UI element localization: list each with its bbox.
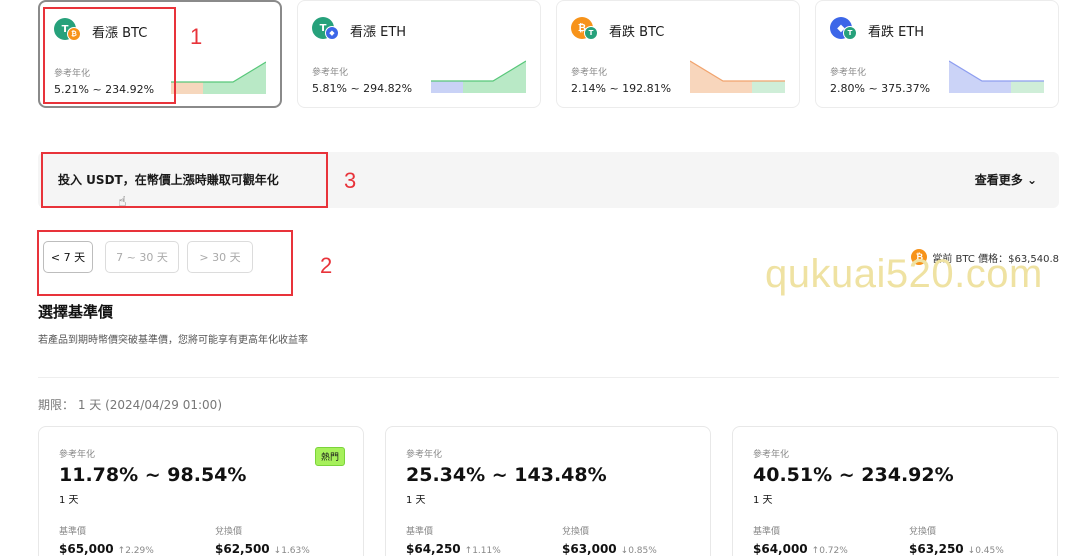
annotation-number-1: 1 [190, 24, 203, 49]
strike-option-card[interactable]: 參考年化 熱門 11.78% ~ 98.54% 1 天 基準價 兌換價 $65,… [38, 426, 364, 556]
apr-range: 25.34% ~ 143.48% [406, 464, 607, 486]
hot-badge: 熱門 [314, 447, 345, 466]
btc-usdt-icon: ₿ T [571, 15, 605, 41]
payoff-chart-up [431, 60, 526, 93]
term-days: 1 天 [406, 495, 426, 506]
strike-option-card[interactable]: 參考年化 25.34% ~ 143.48% 1 天 基準價 兌換價 $64,25… [385, 426, 711, 556]
product-card-bear-eth[interactable]: ◆ T 看跌 ETH 參考年化 2.80% ~ 375.37% [815, 0, 1059, 108]
annotation-number-3: 3 [344, 168, 357, 193]
base-price: $64,000 ↑0.72% [753, 542, 848, 556]
chevron-down-icon: ⌄ [1026, 173, 1037, 187]
section-subtitle: 若產品到期時幣價突破基準價，您將可能享有更高年化收益率 [38, 335, 308, 346]
product-title: 看跌 ETH [868, 25, 925, 40]
term-days: 1 天 [753, 495, 773, 506]
payoff-chart-down [949, 60, 1044, 93]
conversion-price-label: 兌換價 [562, 527, 590, 537]
base-price-label: 基準價 [406, 527, 434, 537]
view-more-link[interactable]: 查看更多 ⌄ [975, 171, 1037, 188]
annotation-box-3 [41, 152, 328, 208]
conversion-price: $62,500 ↓1.63% [215, 542, 310, 556]
product-title: 看漲 ETH [350, 25, 407, 40]
period-text: 期限： 1 天 (2024/04/29 01:00) [38, 398, 223, 412]
usdt-eth-icon: T ◆ [312, 15, 346, 41]
base-price: $65,000 ↑2.29% [59, 542, 154, 556]
apr-range: 40.51% ~ 234.92% [753, 464, 954, 486]
conversion-price: $63,250 ↓0.45% [909, 542, 1004, 556]
base-price-label: 基準價 [753, 527, 781, 537]
apr-range: 5.81% ~ 294.82% [312, 82, 413, 95]
conversion-price-label: 兌換價 [909, 527, 937, 537]
payoff-chart-down [690, 60, 785, 93]
conversion-price-label: 兌換價 [215, 527, 243, 537]
annotation-box-2 [37, 230, 293, 296]
product-title: 看跌 BTC [609, 25, 665, 40]
base-price-label: 基準價 [59, 527, 87, 537]
eth-usdt-icon: ◆ T [830, 15, 864, 41]
ref-apr-label: 參考年化 [59, 450, 96, 460]
annotation-box-1 [43, 7, 176, 104]
ref-apr-label: 參考年化 [312, 68, 349, 78]
ref-apr-label: 參考年化 [571, 68, 608, 78]
payoff-chart-up [171, 61, 266, 94]
ref-apr-label: 參考年化 [830, 68, 867, 78]
base-price: $64,250 ↑1.11% [406, 542, 501, 556]
watermark: qukuai520.com [765, 252, 1043, 296]
ref-apr-label: 參考年化 [406, 450, 443, 460]
product-card-bull-eth[interactable]: T ◆ 看漲 ETH 參考年化 5.81% ~ 294.82% [297, 0, 541, 108]
view-more-label: 查看更多 [974, 173, 1023, 187]
apr-range: 11.78% ~ 98.54% [59, 464, 247, 486]
section-title: 選擇基準價 [38, 303, 114, 321]
conversion-price: $63,000 ↓0.85% [562, 542, 657, 556]
divider [38, 377, 1059, 378]
apr-range: 2.14% ~ 192.81% [571, 82, 672, 95]
annotation-number-2: 2 [320, 253, 333, 278]
term-days: 1 天 [59, 495, 79, 506]
product-card-bear-btc[interactable]: ₿ T 看跌 BTC 參考年化 2.14% ~ 192.81% [556, 0, 800, 108]
strike-option-card[interactable]: 參考年化 40.51% ~ 234.92% 1 天 基準價 兌換價 $64,00… [732, 426, 1058, 556]
apr-range: 2.80% ~ 375.37% [830, 82, 931, 95]
ref-apr-label: 參考年化 [753, 450, 790, 460]
